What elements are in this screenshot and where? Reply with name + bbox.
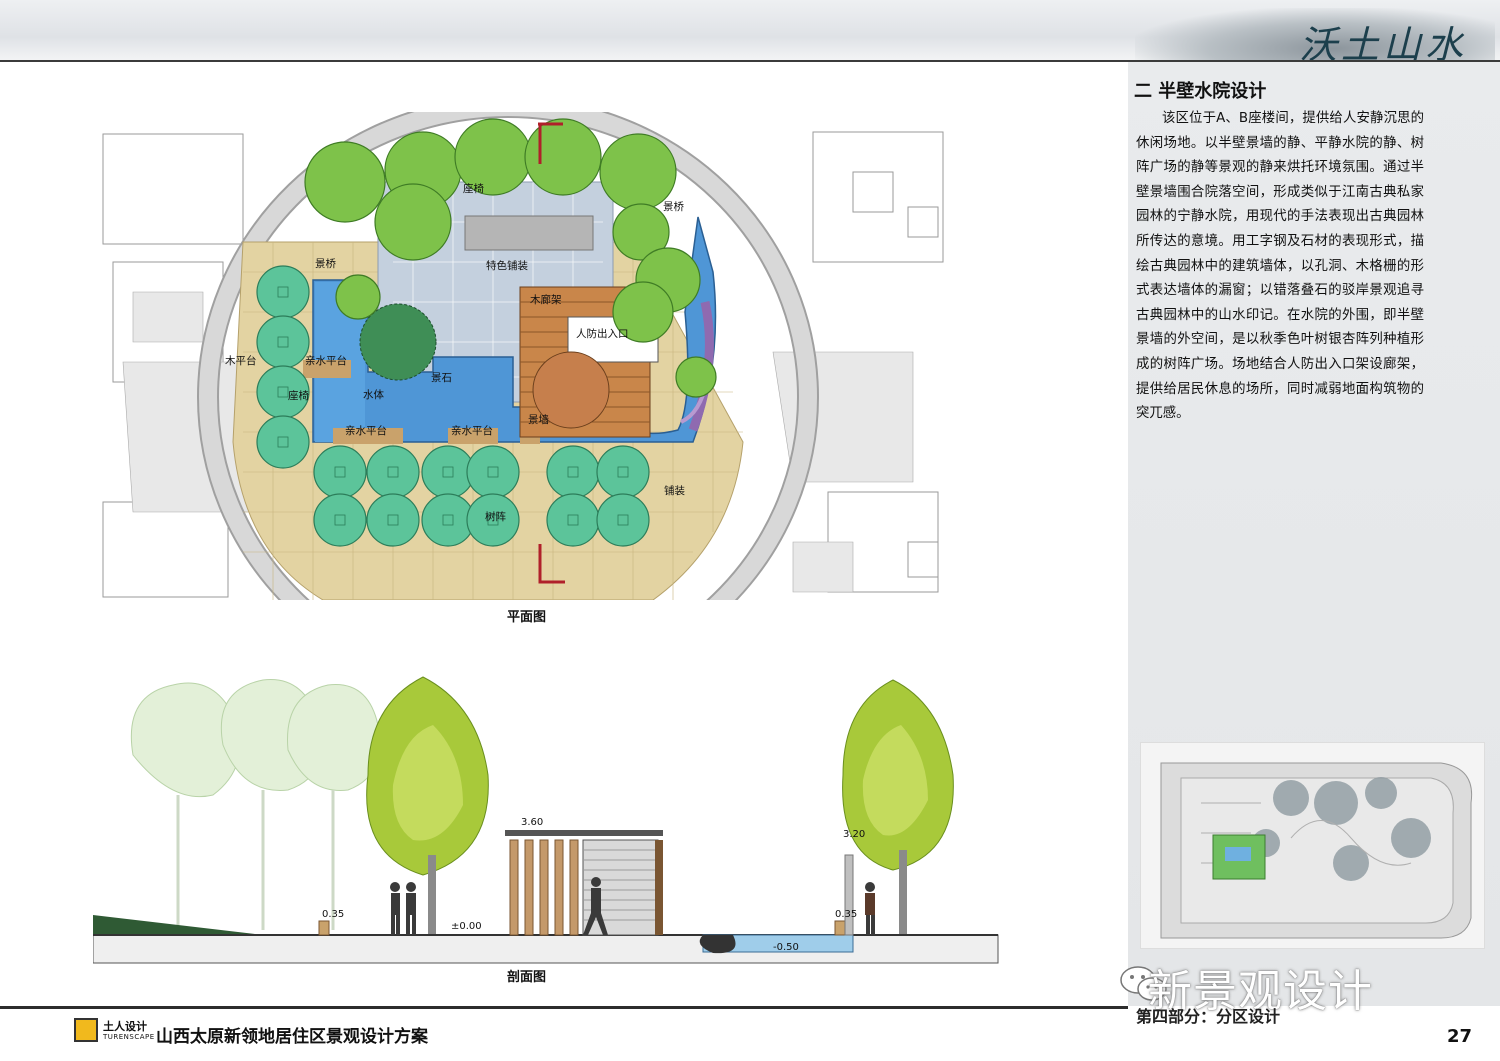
logo-english-name: TURENSCAPE	[103, 1033, 155, 1041]
elevation-360: 3.60	[521, 817, 543, 828]
footer-divider	[0, 1006, 1128, 1009]
part-label: 第四部分：分区设计	[1136, 1007, 1281, 1026]
plan-label-water: 水体	[363, 389, 384, 401]
plan-label-feature-paving: 特色铺装	[486, 259, 528, 272]
plan-label-pergola: 木廊架	[530, 293, 562, 306]
elevation-035-right: 0.35	[835, 909, 857, 920]
plan-label-tree-array: 树阵	[485, 510, 506, 523]
plan-label-seat-top: 座椅	[463, 182, 484, 195]
brush-calligraphy-title: 沃土山水	[1135, 8, 1495, 67]
plan-caption: 平面图	[507, 610, 547, 625]
section-caption: 剖面图	[507, 970, 547, 985]
section-elevation-drawing: 3.60 3.20 0.35 ±0.00 0.35 -0.50	[93, 676, 999, 964]
turenscape-logo-icon	[74, 1018, 98, 1042]
plan-label-civil-defense: 人防出入口	[576, 327, 629, 340]
plan-label-rock: 景石	[431, 372, 452, 384]
plan-label-water-platform-b1: 亲水平台	[345, 424, 387, 437]
site-key-map	[1140, 742, 1485, 949]
plan-label-water-platform-b2: 亲水平台	[451, 424, 493, 437]
logo-chinese-name: 土人设计	[103, 1020, 147, 1033]
elevation-000: ±0.00	[451, 921, 482, 932]
page-number: 27	[1447, 1026, 1473, 1047]
plan-label-bridge-left: 景桥	[315, 258, 336, 270]
section-title: 二 半壁水院设计	[1134, 81, 1267, 102]
plan-label-bridge-bottom: 景墙	[528, 413, 549, 426]
site-plan-drawing: 座椅 景桥 景桥 特色铺装 木廊架 人防出入口 木平台 亲水平台 景石 水体 座…	[93, 112, 948, 600]
plan-label-bridge-right: 景桥	[663, 201, 684, 213]
section-description: 该区位于A、B座楼间，提供给人安静沉思的休闲场地。以半壁景墙的静、平静水院的静、…	[1136, 111, 1424, 422]
plan-label-water-platform-left: 亲水平台	[305, 354, 347, 367]
plan-label-wood-platform: 木平台	[225, 354, 257, 367]
plan-label-paving: 铺装	[664, 484, 685, 497]
plan-label-seat-left: 座椅	[288, 389, 309, 402]
elevation-035-left: 0.35	[322, 909, 344, 920]
project-title: 山西太原新领地居住区景观设计方案	[156, 1027, 428, 1047]
elevation-minus-050: -0.50	[773, 942, 799, 953]
elevation-320: 3.20	[843, 829, 865, 840]
